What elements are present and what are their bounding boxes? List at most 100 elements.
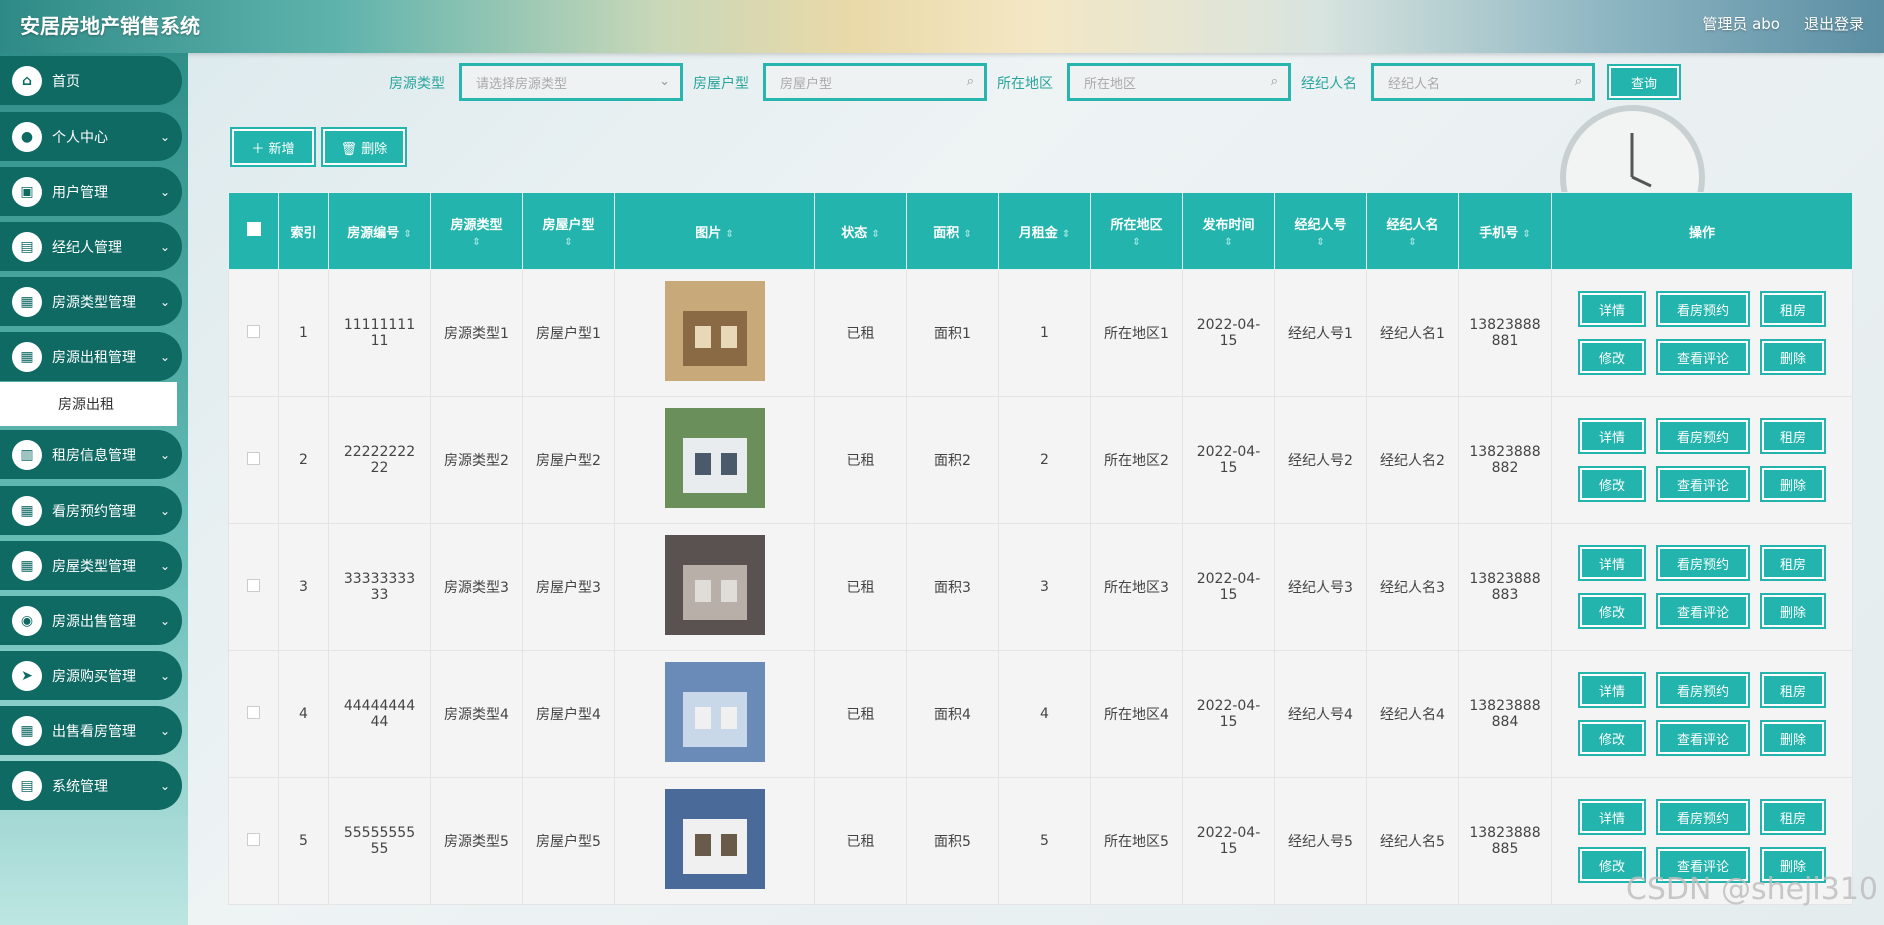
sort-icon[interactable]: ⇕ (963, 229, 971, 240)
table-body: 1 1111111111 房源类型1 房屋户型1 已租 面积1 1 所在地区1 2022-04-… (228, 269, 1853, 905)
sort-icon[interactable]: ⇕ (1367, 237, 1458, 248)
rent-button[interactable]: 租房 (1760, 799, 1826, 835)
sort-icon[interactable]: ⇕ (431, 237, 522, 248)
query-button[interactable]: 查询 (1607, 64, 1681, 100)
col-code-label: 房源编号 (347, 225, 400, 241)
cell-area: 面积1 (906, 269, 999, 397)
sidebar-item-10[interactable]: ➤ 房源购买管理 ⌄ (0, 651, 182, 700)
col-type[interactable]: 房源类型 ⇕ (430, 192, 523, 270)
select-all-checkbox[interactable] (246, 222, 261, 236)
viewing-booking-button[interactable]: 看房预约 (1656, 418, 1750, 454)
sidebar-item-7[interactable]: ▦ 看房预约管理 ⌄ (0, 486, 182, 535)
row-checkbox[interactable] (247, 705, 260, 719)
house-photo[interactable] (664, 789, 765, 889)
view-comments-button[interactable]: 查看评论 (1656, 339, 1750, 375)
sidebar-item-3[interactable]: ▤ 经纪人管理 ⌄ (0, 222, 182, 271)
detail-button[interactable]: 详情 (1578, 545, 1646, 581)
logout-link[interactable]: 退出登录 (1804, 13, 1864, 34)
edit-button[interactable]: 修改 (1578, 466, 1646, 502)
row-select-cell[interactable] (228, 523, 279, 651)
col-rent[interactable]: 月租金 ⇕ (998, 192, 1091, 270)
house-photo[interactable] (664, 662, 765, 762)
sidebar-item-1[interactable]: ● 个人中心 ⌄ (0, 112, 182, 161)
col-area[interactable]: 面积 ⇕ (906, 192, 999, 270)
viewing-booking-button[interactable]: 看房预约 (1656, 672, 1750, 708)
sort-icon[interactable]: ⇕ (725, 229, 733, 240)
sort-icon[interactable]: ⇕ (1183, 237, 1274, 248)
cell-status: 已租 (814, 523, 907, 651)
header-user-area: 管理员 abo 退出登录 (1702, 13, 1864, 34)
row-select-cell[interactable] (228, 777, 279, 905)
sidebar-item-8[interactable]: ▦ 房屋类型管理 ⌄ (0, 541, 182, 590)
col-layout[interactable]: 房屋户型 ⇕ (522, 192, 615, 270)
delete-row-button[interactable]: 删除 (1760, 466, 1826, 502)
col-region[interactable]: 所在地区 ⇕ (1090, 192, 1183, 270)
house-photo[interactable] (664, 281, 765, 381)
edit-button[interactable]: 修改 (1578, 593, 1646, 629)
rent-button[interactable]: 租房 (1760, 672, 1826, 708)
col-image[interactable]: 图片 ⇕ (614, 192, 815, 270)
sort-icon[interactable]: ⇕ (871, 229, 879, 240)
region-input[interactable]: 所在地区 ⌕ (1067, 63, 1291, 101)
col-agent-name[interactable]: 经纪人名 ⇕ (1366, 192, 1459, 270)
rental-table: 索引 房源编号 ⇕ 房源类型 ⇕ 房屋户型 ⇕ 图片 ⇕ 状态 ⇕ 面积 ⇕ 月租金 ⇕ 所在… (228, 192, 1853, 905)
delete-button[interactable]: 🗑 删除 (321, 127, 407, 167)
col-agent-no[interactable]: 经纪人号 ⇕ (1274, 192, 1367, 270)
viewing-booking-button[interactable]: 看房预约 (1656, 291, 1750, 327)
col-code[interactable]: 房源编号 ⇕ (328, 192, 431, 270)
delete-row-button[interactable]: 删除 (1760, 339, 1826, 375)
sort-icon[interactable]: ⇕ (403, 229, 411, 240)
submenu-item-rental[interactable]: 房源出租 (0, 382, 177, 426)
sidebar-item-9[interactable]: ◉ 房源出售管理 ⌄ (0, 596, 182, 645)
sort-icon[interactable]: ⇕ (1522, 229, 1530, 240)
select-all-header[interactable] (228, 192, 279, 270)
view-comments-button[interactable]: 查看评论 (1656, 466, 1750, 502)
house-photo[interactable] (664, 535, 765, 635)
row-select-cell[interactable] (228, 269, 279, 397)
sort-icon[interactable]: ⇕ (1091, 237, 1182, 248)
row-select-cell[interactable] (228, 650, 279, 778)
add-button[interactable]: ＋ 新增 (230, 127, 316, 167)
sidebar-item-6[interactable]: ▥ 租房信息管理 ⌄ (0, 430, 182, 479)
rent-button[interactable]: 租房 (1760, 545, 1826, 581)
detail-button[interactable]: 详情 (1578, 672, 1646, 708)
view-comments-button[interactable]: 查看评论 (1656, 593, 1750, 629)
cell-rent: 4 (998, 650, 1091, 778)
row-select-cell[interactable] (228, 396, 279, 524)
sort-icon[interactable]: ⇕ (1275, 237, 1366, 248)
detail-button[interactable]: 详情 (1578, 418, 1646, 454)
detail-button[interactable]: 详情 (1578, 291, 1646, 327)
type-select[interactable]: 请选择房源类型 ⌄ (459, 63, 683, 101)
col-phone[interactable]: 手机号 ⇕ (1458, 192, 1552, 270)
sidebar-item-4[interactable]: ▦ 房源类型管理 ⌄ (0, 277, 182, 326)
cell-actions: 详情 看房预约 租房修改 查看评论 删除 (1551, 650, 1853, 778)
sidebar-item-11[interactable]: ▦ 出售看房管理 ⌄ (0, 706, 182, 755)
sidebar-item-12[interactable]: ▤ 系统管理 ⌄ (0, 761, 182, 810)
sidebar-item-5[interactable]: ▦ 房源出租管理 ⌄ (0, 332, 182, 381)
search-icon: ⌕ (1270, 74, 1278, 89)
row-checkbox[interactable] (247, 832, 260, 846)
table-row: 5 5555555555 房源类型5 房屋户型5 已租 面积5 5 所在地区5 2022-04-… (228, 777, 1853, 905)
delete-row-button[interactable]: 删除 (1760, 593, 1826, 629)
sort-icon[interactable]: ⇕ (1062, 229, 1070, 240)
house-photo[interactable] (664, 408, 765, 508)
sort-icon[interactable]: ⇕ (523, 237, 614, 248)
view-comments-button[interactable]: 查看评论 (1656, 720, 1750, 756)
delete-row-button[interactable]: 删除 (1760, 720, 1826, 756)
rent-button[interactable]: 租房 (1760, 418, 1826, 454)
viewing-booking-button[interactable]: 看房预约 (1656, 545, 1750, 581)
viewing-booking-button[interactable]: 看房预约 (1656, 799, 1750, 835)
edit-button[interactable]: 修改 (1578, 720, 1646, 756)
detail-button[interactable]: 详情 (1578, 799, 1646, 835)
agent-input[interactable]: 经纪人名 ⌕ (1371, 63, 1595, 101)
col-date[interactable]: 发布时间 ⇕ (1182, 192, 1275, 270)
edit-button[interactable]: 修改 (1578, 339, 1646, 375)
row-checkbox[interactable] (247, 578, 260, 592)
rent-button[interactable]: 租房 (1760, 291, 1826, 327)
col-status[interactable]: 状态 ⇕ (814, 192, 907, 270)
sidebar-item-2[interactable]: ▣ 用户管理 ⌄ (0, 167, 182, 216)
row-checkbox[interactable] (247, 451, 260, 465)
row-checkbox[interactable] (247, 324, 260, 338)
sidebar-item-0[interactable]: ⌂ 首页 (0, 56, 182, 105)
layout-input[interactable]: 房屋户型 ⌕ (763, 63, 987, 101)
